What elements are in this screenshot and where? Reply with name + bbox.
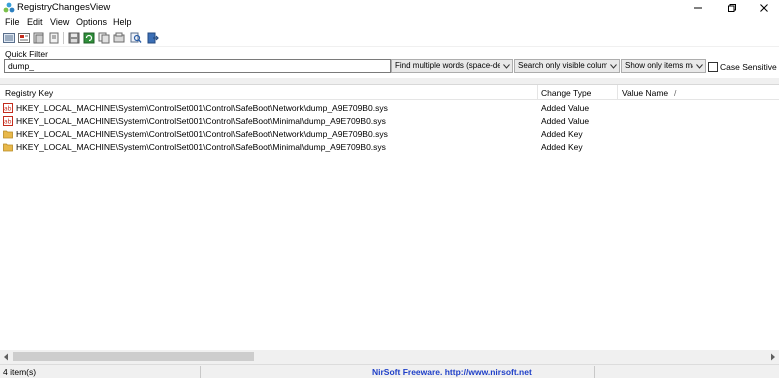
status-bar: 4 item(s) NirSoft Freeware. http://www.n… [0, 364, 779, 378]
chevron-down-icon [610, 64, 617, 69]
text-report-icon[interactable] [18, 32, 30, 44]
chevron-left-icon [4, 353, 8, 361]
status-separator [200, 366, 201, 378]
menu-options[interactable]: Options [76, 17, 107, 27]
chevron-down-icon [503, 64, 510, 69]
copy-icon[interactable] [98, 32, 110, 44]
column-registry-key[interactable]: Registry Key [5, 88, 53, 98]
string-value-icon: ab [3, 116, 13, 126]
refresh-icon[interactable] [83, 32, 95, 44]
search-scope-select[interactable]: Search only visible columns [514, 59, 620, 73]
menu-bar: File Edit View Options Help [0, 16, 779, 29]
table-row[interactable]: ab HKEY_LOCAL_MACHINE\System\ControlSet0… [0, 102, 779, 115]
string-value-icon: ab [3, 103, 13, 113]
column-separator[interactable] [537, 85, 538, 100]
menu-help[interactable]: Help [113, 17, 132, 27]
show-items-select[interactable]: Show only items matching [621, 59, 706, 73]
column-value-name[interactable]: Value Name [622, 88, 668, 98]
window-title: RegistryChangesView [17, 2, 111, 13]
toolbar-separator [63, 32, 64, 44]
cell-change-type: Added Value [541, 103, 590, 113]
cell-registry-key: HKEY_LOCAL_MACHINE\System\ControlSet001\… [16, 142, 386, 152]
menu-view[interactable]: View [50, 17, 69, 27]
column-separator[interactable] [617, 85, 618, 100]
find-mode-value: Find multiple words (space-delimited) [395, 61, 500, 70]
find-icon[interactable] [130, 32, 142, 44]
cell-registry-key: HKEY_LOCAL_MACHINE\System\ControlSet001\… [16, 116, 386, 126]
folder-icon [3, 130, 13, 139]
menu-file[interactable]: File [5, 17, 20, 27]
quick-filter-label: Quick Filter [5, 49, 48, 59]
nirsoft-link[interactable]: NirSoft Freeware. http://www.nirsoft.net [372, 367, 532, 377]
registry-changes-list: Registry Key Change Type Value Name / ab… [0, 84, 779, 354]
table-row[interactable]: HKEY_LOCAL_MACHINE\System\ControlSet001\… [0, 141, 779, 154]
show-items-value: Show only items matching [625, 61, 693, 70]
cell-change-type: Added Key [541, 142, 583, 152]
sort-indicator-icon: / [674, 88, 677, 98]
status-separator [594, 366, 595, 378]
properties-icon[interactable] [48, 32, 60, 44]
svg-text:ab: ab [4, 106, 12, 113]
horizontal-scrollbar[interactable] [0, 350, 779, 364]
toolbar [0, 29, 779, 47]
save-icon[interactable] [68, 32, 80, 44]
registry-app-icon [3, 2, 15, 13]
app-window: RegistryChangesView File Edit View Optio… [0, 0, 779, 378]
chevron-down-icon [696, 64, 703, 69]
title-bar: RegistryChangesView [0, 0, 779, 16]
maximize-button[interactable] [717, 0, 747, 16]
cell-registry-key: HKEY_LOCAL_MACHINE\System\ControlSet001\… [16, 129, 388, 139]
table-row[interactable]: ab HKEY_LOCAL_MACHINE\System\ControlSet0… [0, 115, 779, 128]
export-icon[interactable] [33, 32, 45, 44]
cell-change-type: Added Value [541, 116, 590, 126]
minimize-button[interactable] [683, 0, 713, 16]
report-icon[interactable] [113, 32, 125, 44]
svg-text:ab: ab [4, 119, 12, 126]
case-sensitive-label: Case Sensitive [720, 62, 777, 72]
cell-change-type: Added Key [541, 129, 583, 139]
cell-registry-key: HKEY_LOCAL_MACHINE\System\ControlSet001\… [16, 103, 388, 113]
maximize-icon [728, 4, 736, 12]
menu-edit[interactable]: Edit [27, 17, 43, 27]
chevron-right-icon [771, 353, 775, 361]
scrollbar-thumb[interactable] [13, 352, 254, 361]
exit-icon[interactable] [147, 32, 159, 44]
close-button[interactable] [749, 0, 779, 16]
minimize-icon [694, 7, 702, 9]
quick-filter-input[interactable]: dump_ [4, 59, 391, 73]
folder-icon [3, 143, 13, 152]
case-sensitive-checkbox[interactable] [708, 62, 718, 72]
search-scope-value: Search only visible columns [518, 61, 607, 70]
item-count: 4 item(s) [3, 367, 37, 377]
list-header: Registry Key Change Type Value Name / [0, 85, 779, 100]
html-report-icon[interactable] [3, 32, 15, 44]
scroll-left-button[interactable] [0, 350, 12, 364]
find-mode-select[interactable]: Find multiple words (space-delimited) [391, 59, 513, 73]
table-row[interactable]: HKEY_LOCAL_MACHINE\System\ControlSet001\… [0, 128, 779, 141]
scroll-right-button[interactable] [767, 350, 779, 364]
column-change-type[interactable]: Change Type [541, 88, 591, 98]
close-icon [760, 4, 768, 12]
